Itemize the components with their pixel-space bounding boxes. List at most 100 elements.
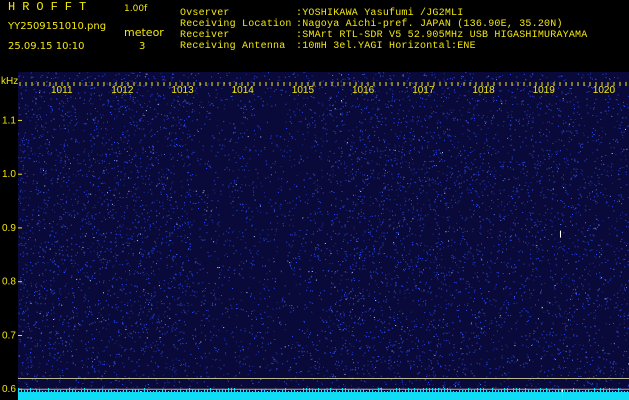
noise-dot [192,290,194,292]
noise-dot [94,119,96,121]
noise-dot [432,150,434,152]
noise-dot [425,304,427,306]
noise-dot [118,331,120,333]
noise-dot [525,335,526,336]
noise-dot [528,278,530,280]
observer-label: Ovserver [180,8,230,19]
noise-dot [68,335,70,337]
noise-dot [25,372,27,374]
noise-dot [440,326,442,328]
noise-dot [390,284,392,286]
noise-dot [120,278,122,280]
noise-dot [361,188,363,190]
noise-dot [400,337,402,339]
noise-dot [117,175,118,177]
noise-dot [405,255,407,257]
noise-dot [472,188,474,190]
noise-dot [431,278,432,280]
noise-dot [559,313,561,315]
noise-dot [57,368,59,370]
noise-dot [243,206,245,208]
noise-dot [252,183,253,185]
noise-dot [109,190,111,191]
noise-dot [379,206,381,208]
noise-dot [530,91,532,93]
noise-dot [59,218,61,220]
noise-dot [587,112,589,114]
noise-dot [81,80,83,81]
noise-dot [328,316,330,318]
noise-dot [492,117,493,119]
noise-dot [488,281,490,283]
noise-dot [563,145,565,147]
noise-dot [433,271,435,273]
noise-dot [440,97,442,98]
noise-dot [436,196,438,198]
noise-dot [40,207,42,209]
noise-dot [18,157,20,159]
noise-dot [558,386,560,388]
noise-dot [248,287,250,289]
noise-dot [433,358,435,360]
noise-dot [42,154,44,156]
noise-dot [567,313,569,315]
noise-dot [185,242,187,243]
noise-dot [352,105,354,107]
noise-dot [345,259,347,261]
noise-dot [596,254,597,255]
noise-dot [145,205,147,206]
noise-dot [203,295,205,297]
noise-dot [302,245,304,247]
noise-dot [46,315,48,317]
noise-dot [614,370,616,372]
noise-dot [606,302,607,304]
noise-dot [123,214,125,216]
noise-dot [303,351,305,353]
noise-dot [398,222,400,224]
noise-dot [89,307,91,309]
noise-dot [479,183,481,185]
noise-dot [390,365,392,367]
noise-dot [43,192,45,194]
noise-dot [382,212,384,214]
noise-dot [461,363,463,365]
noise-dot [470,189,472,191]
noise-dot [480,327,482,329]
noise-dot [341,248,343,249]
noise-dot [74,326,76,327]
noise-dot [362,153,364,154]
noise-dot [92,136,94,138]
noise-dot [532,207,534,208]
noise-dot [369,315,371,317]
noise-dot [82,246,84,248]
noise-dot [283,225,284,227]
noise-dot [547,208,549,210]
noise-dot [374,248,375,249]
noise-dot [179,128,181,130]
noise-dot [373,368,375,370]
noise-dot [546,105,547,107]
noise-dot [297,130,299,132]
noise-dot [184,369,186,371]
noise-dot [539,238,541,240]
noise-dot [156,210,157,212]
noise-dot [390,379,392,381]
noise-dot [320,138,322,140]
noise-dot [569,354,571,356]
noise-dot [413,279,415,281]
noise-dot [152,222,154,224]
noise-dot [20,243,22,244]
noise-dot [187,102,189,104]
noise-dot [616,306,618,308]
noise-dot [148,389,150,391]
noise-dot [609,195,611,197]
noise-dot [575,294,577,295]
noise-dot [97,201,99,203]
noise-dot [541,96,542,98]
noise-dot [52,356,54,358]
noise-dot [167,287,169,289]
noise-dot [215,376,216,378]
noise-dot [521,100,523,102]
noise-dot [459,81,461,83]
noise-dot [537,258,539,259]
